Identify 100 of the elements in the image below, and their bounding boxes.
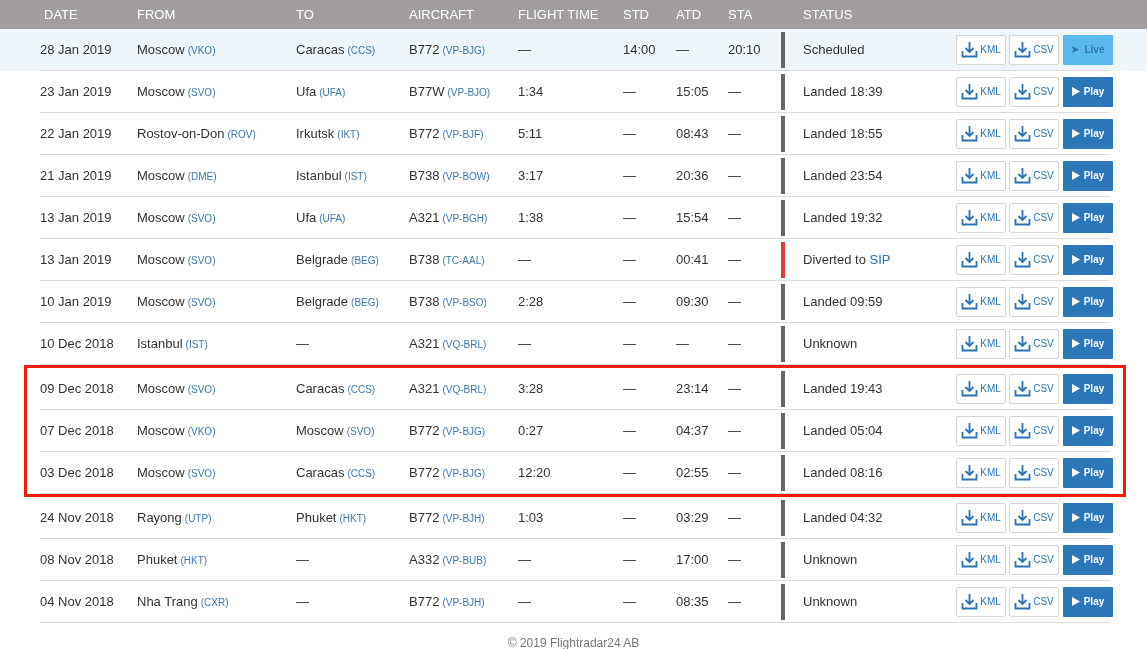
play-button[interactable]: Play [1063,586,1113,617]
csv-download-button[interactable]: CSV [1009,586,1059,617]
csv-download-button[interactable]: CSV [1009,286,1059,317]
kml-download-button[interactable]: KML [956,244,1006,275]
kml-download-button[interactable]: KML [956,457,1006,488]
std-cell-text: — [623,510,637,525]
aircraft-cell-text: B772 (VP-BJG) [409,465,487,480]
aircraft-cell-text: A321 (VQ-BRL) [409,336,488,351]
aircraft-cell-text: B772 (VP-BJG) [409,423,487,438]
from-cell-text: Moscow (SVO) [137,252,217,267]
atd-cell-text: 23:14 [676,381,710,396]
kml-download-button[interactable]: KML [956,118,1006,149]
from-cell-text: Istanbul (IST) [137,336,209,351]
from-cell-text: Moscow (SVO) [137,465,217,480]
download-icon [961,551,979,568]
csv-download-button[interactable]: CSV [1009,544,1059,575]
kml-download-button[interactable]: KML [956,544,1006,575]
airport-link[interactable]: SIP [869,252,891,267]
date-cell-text: 13 Jan 2019 [40,252,113,267]
csv-download-button[interactable]: CSV [1009,502,1059,533]
kml-download-button[interactable]: KML [956,160,1006,191]
to-cell-text: Moscow (SVO) [296,423,376,438]
csv-download-button[interactable]: CSV [1009,328,1059,359]
flight-time-cell-text: — [518,252,532,267]
csv-download-button[interactable]: CSV [1009,373,1059,404]
play-icon [1071,468,1080,477]
download-icon [1014,251,1032,268]
status-cell-text: Landed 09:59 [803,294,884,309]
kml-download-button[interactable]: KML [956,502,1006,533]
kml-download-button[interactable]: KML [956,34,1006,65]
download-icon [961,335,979,352]
kml-download-button[interactable]: KML [956,286,1006,317]
to-cell-text: Caracas (CCS) [296,465,377,480]
std-cell-text: — [623,423,637,438]
csv-download-button[interactable]: CSV [1009,415,1059,446]
play-button[interactable]: Play [1063,160,1113,191]
play-button[interactable]: Play [1063,544,1113,575]
play-icon [1071,171,1080,180]
csv-download-button[interactable]: CSV [1009,76,1059,107]
play-button[interactable]: Play [1063,286,1113,317]
play-button[interactable]: Play [1063,415,1113,446]
from-cell-text: Moscow (VKO) [137,423,217,438]
plane-icon [1071,45,1081,54]
column-header: STATUS [803,7,854,22]
download-icon [1014,167,1032,184]
from-cell-text: Nha Trang (CXR) [137,594,230,609]
play-button[interactable]: Play [1063,202,1113,233]
atd-cell-text: 02:55 [676,465,710,480]
status-cell-text: Landed 05:04 [803,423,884,438]
std-cell-text: — [623,294,637,309]
atd-cell-text: 15:54 [676,210,710,225]
csv-download-button[interactable]: CSV [1009,457,1059,488]
play-button[interactable]: Play [1063,328,1113,359]
kml-download-button[interactable]: KML [956,202,1006,233]
download-icon [1014,125,1032,142]
play-button[interactable]: Play [1063,118,1113,149]
to-cell-text: Belgrade (BEG) [296,294,380,309]
aircraft-cell-text: B738 (VP-BSO) [409,294,488,309]
play-button[interactable]: Play [1063,457,1113,488]
kml-download-button[interactable]: KML [956,373,1006,404]
to-cell-text: Belgrade (BEG) [296,252,380,267]
kml-download-button[interactable]: KML [956,586,1006,617]
csv-download-button[interactable]: CSV [1009,34,1059,65]
from-cell-text: Rayong (UTP) [137,510,213,525]
date-cell-text: 22 Jan 2019 [40,126,113,141]
csv-download-button[interactable]: CSV [1009,202,1059,233]
status-cell-text: Landed 08:16 [803,465,884,480]
play-button[interactable]: Play [1063,502,1113,533]
flight-time-cell-text: 12:20 [518,465,552,480]
from-cell-text: Moscow (SVO) [137,381,217,396]
play-icon [1071,297,1080,306]
sta-cell-text: — [728,252,742,267]
kml-download-button[interactable]: KML [956,328,1006,359]
to-cell-text: — [296,552,310,567]
column-header: TO [296,7,315,22]
csv-download-button[interactable]: CSV [1009,118,1059,149]
date-cell-text: 07 Dec 2018 [40,423,115,438]
status-cell-text: Landed 23:54 [803,168,884,183]
play-button[interactable]: Play [1063,373,1113,404]
aircraft-cell-text: A332 (VP-BUB) [409,552,488,567]
download-icon [961,209,979,226]
column-header: FLIGHT TIME [518,7,600,22]
download-icon [961,41,979,58]
date-cell-text: 10 Dec 2018 [40,336,115,351]
std-cell-text: — [623,552,637,567]
status-cell-text: Unknown [803,594,859,609]
play-button[interactable]: Play [1063,76,1113,107]
flight-time-cell-text: 2:28 [518,294,545,309]
date-cell-text: 03 Dec 2018 [40,465,115,480]
sta-cell-text: — [728,84,742,99]
play-button[interactable]: Play [1063,244,1113,275]
std-cell-text: — [623,126,637,141]
play-icon [1071,87,1080,96]
kml-download-button[interactable]: KML [956,415,1006,446]
csv-download-button[interactable]: CSV [1009,160,1059,191]
download-icon [961,593,979,610]
std-cell-text: 14:00 [623,42,657,57]
csv-download-button[interactable]: CSV [1009,244,1059,275]
to-cell-text: Ufa (UFA) [296,210,347,225]
kml-download-button[interactable]: KML [956,76,1006,107]
